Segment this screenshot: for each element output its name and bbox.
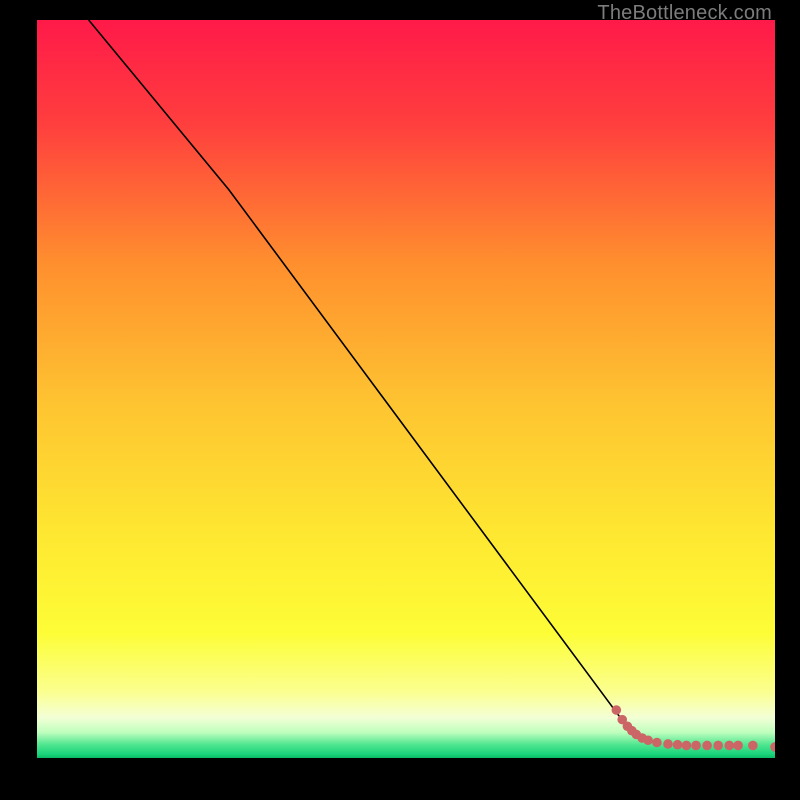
data-point: [612, 705, 622, 715]
data-point: [713, 741, 723, 751]
data-point: [652, 738, 662, 748]
chart-overlay: [37, 20, 775, 758]
data-point: [643, 735, 653, 745]
data-point: [673, 740, 683, 750]
data-point: [682, 741, 692, 751]
data-point: [724, 741, 734, 751]
bottleneck-curve: [89, 20, 631, 732]
chart-stage: TheBottleneck.com: [0, 0, 800, 800]
data-point: [702, 741, 712, 751]
data-point: [733, 741, 743, 751]
plot-area: [37, 20, 775, 758]
data-point: [691, 741, 701, 751]
data-points-group: [612, 705, 775, 751]
data-point: [770, 742, 775, 752]
data-point: [748, 741, 758, 751]
data-point: [663, 739, 673, 749]
